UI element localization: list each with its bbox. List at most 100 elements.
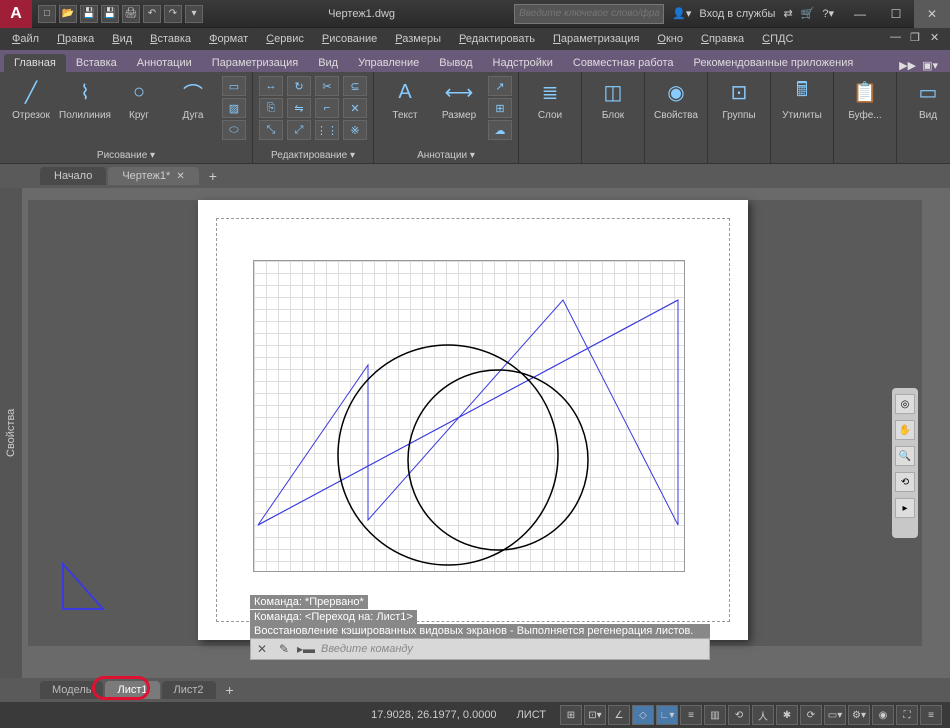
new-layout-button[interactable]: + bbox=[218, 680, 242, 700]
utilities-button[interactable]: 🖩Утилиты bbox=[777, 76, 827, 121]
ribbon-tab-output[interactable]: Вывод bbox=[429, 54, 482, 72]
fillet-icon[interactable]: ⌐ bbox=[315, 98, 339, 118]
move-icon[interactable]: ↔ bbox=[259, 76, 283, 96]
menu-window[interactable]: Окно bbox=[649, 31, 691, 47]
rotate-icon[interactable]: ↻ bbox=[287, 76, 311, 96]
dimension-button[interactable]: ⟷Размер bbox=[434, 76, 484, 121]
trim-icon[interactable]: ✂ bbox=[315, 76, 339, 96]
cloud-icon[interactable]: ☁ bbox=[488, 120, 512, 140]
view-button[interactable]: ▭Вид bbox=[903, 76, 950, 121]
space-mode[interactable]: ЛИСТ bbox=[511, 709, 552, 721]
erase-icon[interactable]: ✕ bbox=[343, 98, 367, 118]
express-tools-icon[interactable]: ▶▶ bbox=[899, 59, 916, 72]
layout-tab-model[interactable]: Модель bbox=[40, 681, 103, 699]
wheel-icon[interactable]: ◎ bbox=[895, 394, 915, 414]
layout-tab-sheet1[interactable]: Лист1 bbox=[105, 681, 159, 699]
ortho-toggle-icon[interactable]: ∟▾ bbox=[656, 705, 678, 725]
transparency-toggle-icon[interactable]: ▥ bbox=[704, 705, 726, 725]
menu-dimension[interactable]: Размеры bbox=[387, 31, 449, 47]
search-input[interactable] bbox=[514, 4, 664, 24]
viewport[interactable] bbox=[253, 260, 685, 572]
hatch-icon[interactable]: ▨ bbox=[222, 98, 246, 118]
doc-close-button[interactable]: ✕ bbox=[930, 31, 946, 47]
ribbon-tab-manage[interactable]: Управление bbox=[348, 54, 429, 72]
block-button[interactable]: ◫Блок bbox=[588, 76, 638, 121]
drawing-canvas[interactable] bbox=[28, 200, 922, 646]
panel-title[interactable]: Рисование ▾ bbox=[6, 148, 246, 163]
command-input[interactable]: Введите команду bbox=[317, 643, 709, 655]
customize-status-icon[interactable]: ≡ bbox=[920, 705, 942, 725]
cart-icon[interactable]: 🛒 bbox=[801, 7, 815, 20]
close-icon[interactable]: ✕ bbox=[251, 642, 273, 656]
open-icon[interactable]: 📂 bbox=[59, 5, 77, 23]
annoauto-icon[interactable]: ⟳ bbox=[800, 705, 822, 725]
polar-toggle-icon[interactable]: ∠ bbox=[608, 705, 630, 725]
rect-icon[interactable]: ▭ bbox=[222, 76, 246, 96]
plot-icon[interactable]: 🖨 bbox=[122, 5, 140, 23]
ribbon-tab-view[interactable]: Вид bbox=[308, 54, 348, 72]
menu-file[interactable]: Файл bbox=[4, 31, 47, 47]
osnap-toggle-icon[interactable]: ◇ bbox=[632, 705, 654, 725]
doc-minimize-button[interactable]: — bbox=[890, 31, 906, 47]
signin-label[interactable]: Вход в службы bbox=[699, 8, 775, 20]
menu-edit[interactable]: Правка bbox=[49, 31, 102, 47]
undo-icon[interactable]: ↶ bbox=[143, 5, 161, 23]
leader-icon[interactable]: ↗ bbox=[488, 76, 512, 96]
text-button[interactable]: AТекст bbox=[380, 76, 430, 121]
workspace-icon[interactable]: ⚙▾ bbox=[848, 705, 870, 725]
annoscale-icon[interactable]: 人 bbox=[752, 705, 774, 725]
showmotion-icon[interactable]: ▸ bbox=[895, 498, 915, 518]
properties-palette[interactable]: Свойства bbox=[0, 188, 22, 678]
ribbon-tab-addins[interactable]: Надстройки bbox=[483, 54, 563, 72]
menu-help[interactable]: Справка bbox=[693, 31, 752, 47]
customize-icon[interactable]: ✎ bbox=[273, 642, 295, 656]
fullscreen-icon[interactable]: ⛶ bbox=[896, 705, 918, 725]
ribbon-tab-annotate[interactable]: Аннотации bbox=[127, 54, 202, 72]
file-tab-start[interactable]: Начало bbox=[40, 167, 106, 185]
redo-icon[interactable]: ↷ bbox=[164, 5, 182, 23]
zoom-icon[interactable]: 🔍 bbox=[895, 446, 915, 466]
orbit-icon[interactable]: ⟲ bbox=[895, 472, 915, 492]
app-logo[interactable]: A bbox=[0, 0, 32, 28]
new-icon[interactable]: □ bbox=[38, 5, 56, 23]
menu-parametric[interactable]: Параметризация bbox=[545, 31, 647, 47]
menu-modify[interactable]: Редактировать bbox=[451, 31, 543, 47]
polyline-button[interactable]: ⌇Полилиния bbox=[60, 76, 110, 121]
coordinates-display[interactable]: 17.9028, 26.1977, 0.0000 bbox=[365, 709, 502, 721]
properties-button[interactable]: ◉Свойства bbox=[651, 76, 701, 121]
menu-insert[interactable]: Вставка bbox=[142, 31, 199, 47]
panel-title[interactable]: Редактирование ▾ bbox=[259, 148, 367, 163]
annoviz-icon[interactable]: ✱ bbox=[776, 705, 798, 725]
doc-restore-button[interactable]: ❐ bbox=[910, 31, 926, 47]
scale-icon[interactable]: ⤢ bbox=[287, 120, 311, 140]
clipboard-button[interactable]: 📋Буфе... bbox=[840, 76, 890, 121]
stretch-icon[interactable]: ⤡ bbox=[259, 120, 283, 140]
new-tab-button[interactable]: + bbox=[201, 166, 225, 186]
copy-icon[interactable]: ⎘ bbox=[259, 98, 283, 118]
exchange-icon[interactable]: ⇄ bbox=[783, 7, 792, 20]
arc-button[interactable]: ⌒Дуга bbox=[168, 76, 218, 121]
menu-format[interactable]: Формат bbox=[201, 31, 256, 47]
ellipse-icon[interactable]: ⬭ bbox=[222, 120, 246, 140]
saveas-icon[interactable]: 💾 bbox=[101, 5, 119, 23]
table-icon[interactable]: ⊞ bbox=[488, 98, 512, 118]
menu-draw[interactable]: Рисование bbox=[314, 31, 385, 47]
snap-toggle-icon[interactable]: ⊡▾ bbox=[584, 705, 606, 725]
user-icon[interactable]: 👤▾ bbox=[672, 7, 691, 20]
groups-button[interactable]: ⊡Группы bbox=[714, 76, 764, 121]
array-icon[interactable]: ⋮⋮ bbox=[315, 120, 339, 140]
maximize-button[interactable]: ☐ bbox=[878, 0, 914, 28]
close-icon[interactable]: ✕ bbox=[176, 171, 184, 182]
ribbon-tab-parametric[interactable]: Параметризация bbox=[202, 54, 308, 72]
circle-button[interactable]: ○Круг bbox=[114, 76, 164, 121]
menu-view[interactable]: Вид bbox=[104, 31, 140, 47]
lineweight-toggle-icon[interactable]: ≡ bbox=[680, 705, 702, 725]
grid-toggle-icon[interactable]: ⊞ bbox=[560, 705, 582, 725]
ribbon-tab-home[interactable]: Главная bbox=[4, 54, 66, 72]
menu-tools[interactable]: Сервис bbox=[258, 31, 312, 47]
isolate-icon[interactable]: ◉ bbox=[872, 705, 894, 725]
help-icon[interactable]: ?▾ bbox=[822, 7, 834, 20]
layout-tab-sheet2[interactable]: Лист2 bbox=[162, 681, 216, 699]
close-button[interactable]: ✕ bbox=[914, 0, 950, 28]
command-line[interactable]: ✕ ✎ ▸▬ Введите команду bbox=[250, 638, 710, 660]
